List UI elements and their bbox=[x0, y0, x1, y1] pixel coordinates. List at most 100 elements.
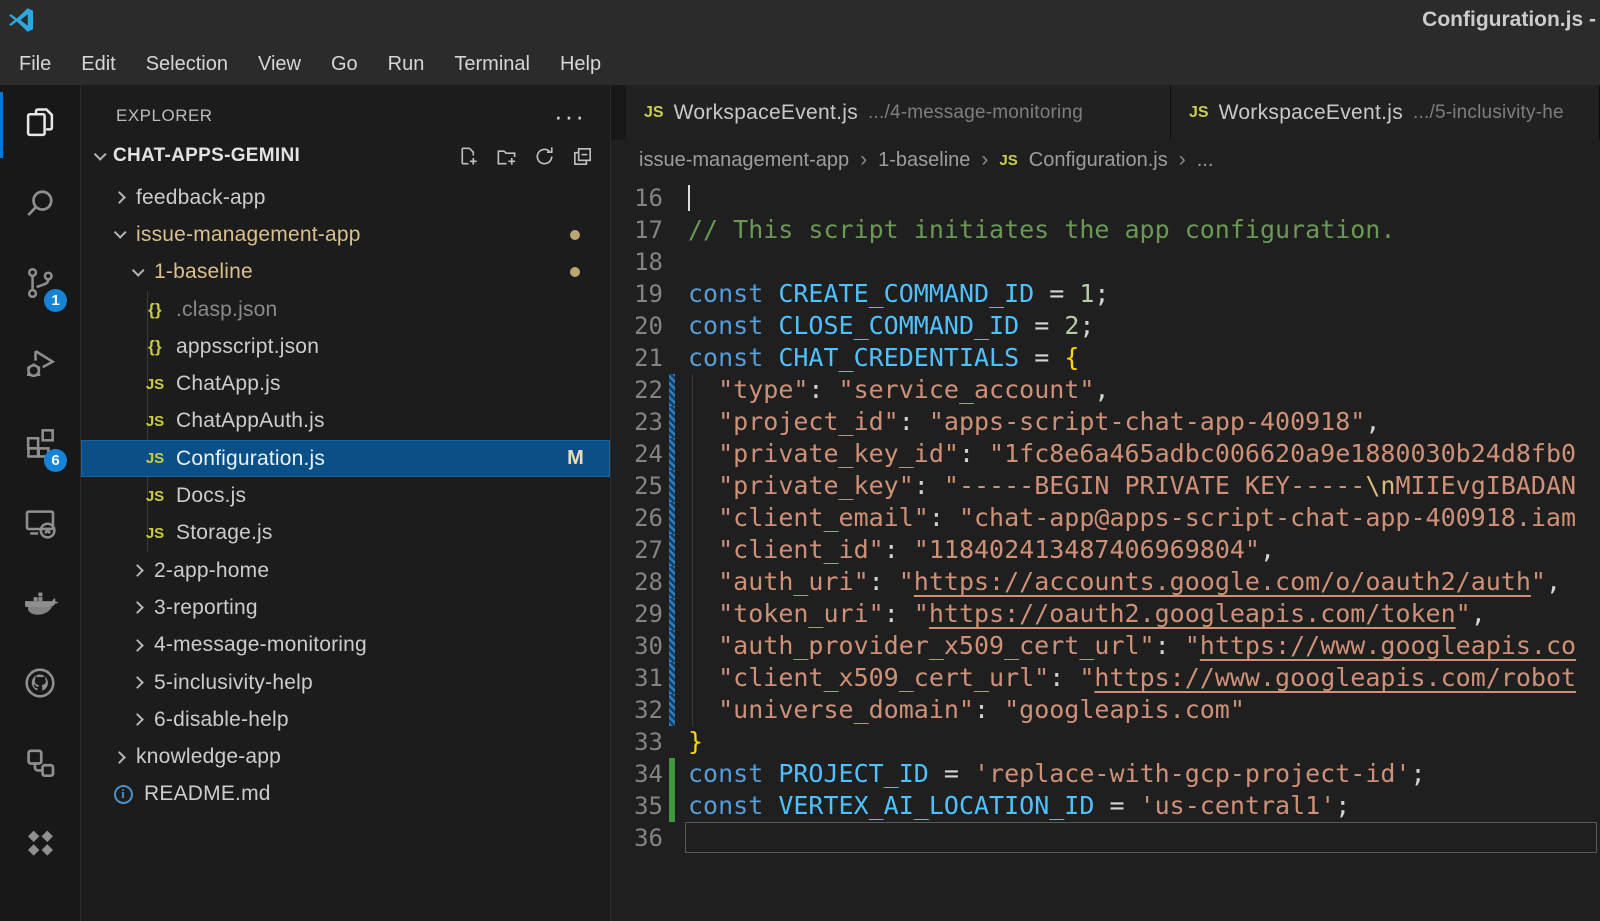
code-line-29[interactable]: 29 "token_uri": "https://oauth2.googleap… bbox=[611, 598, 1600, 630]
activity-github[interactable] bbox=[0, 645, 80, 725]
code-line-28[interactable]: 28 "auth_uri": "https://accounts.google.… bbox=[611, 566, 1600, 598]
code-line-16[interactable]: 16 bbox=[611, 182, 1600, 214]
line-number: 29 bbox=[611, 598, 663, 630]
code-text bbox=[663, 246, 1600, 278]
activity-gemini-extension[interactable] bbox=[0, 805, 80, 885]
vscode-window: Configuration.js - FileEditSelectionView… bbox=[0, 0, 1600, 921]
tree-item-clasp-json[interactable]: {}.clasp.json bbox=[81, 291, 610, 328]
tree-item-1-baseline[interactable]: 1-baseline bbox=[81, 254, 610, 291]
code-line-27[interactable]: 27 "client_id": "118402413487406969804", bbox=[611, 534, 1600, 566]
chevron-down-icon bbox=[125, 268, 149, 277]
breadcrumb-separator-icon: › bbox=[1179, 148, 1186, 172]
tree-item-issue-management-app[interactable]: issue-management-app bbox=[81, 216, 610, 253]
menu-file[interactable]: File bbox=[4, 53, 66, 76]
window-title: Configuration.js - bbox=[1422, 8, 1596, 32]
code-line-24[interactable]: 24 "private_key_id": "1fc8e6a465adbc0066… bbox=[611, 438, 1600, 470]
code-line-17[interactable]: 17// This script initiates the app confi… bbox=[611, 214, 1600, 246]
code-editor[interactable]: 1617// This script initiates the app con… bbox=[611, 180, 1600, 921]
code-line-23[interactable]: 23 "project_id": "apps-script-chat-app-4… bbox=[611, 406, 1600, 438]
tree-item-configuration-js[interactable]: JSConfiguration.jsM bbox=[81, 440, 610, 477]
workspace-row[interactable]: CHAT-APPS-GEMINI bbox=[81, 133, 610, 179]
code-line-30[interactable]: 30 "auth_provider_x509_cert_url": "https… bbox=[611, 630, 1600, 662]
new-folder-icon[interactable] bbox=[495, 145, 518, 168]
activity-search[interactable] bbox=[0, 165, 80, 245]
menu-run[interactable]: Run bbox=[373, 53, 440, 76]
tree-item-label: ChatAppAuth.js bbox=[176, 409, 325, 433]
activity-source-control[interactable]: 1 bbox=[0, 245, 80, 325]
json-file-icon: {} bbox=[139, 337, 171, 357]
breadcrumb-item-1-baseline[interactable]: 1-baseline bbox=[878, 149, 970, 172]
code-text: "universe_domain": "googleapis.com" bbox=[663, 694, 1600, 726]
tree-item-chatapp-js[interactable]: JSChatApp.js bbox=[81, 365, 610, 402]
tree-item-feedback-app[interactable]: feedback-app bbox=[81, 179, 610, 216]
tab-workspaceevent-js-2[interactable]: JSWorkspaceEvent.js.../5-inclusivity-he bbox=[1171, 85, 1600, 140]
code-text: "type": "service_account", bbox=[663, 374, 1600, 406]
js-file-icon: JS bbox=[139, 488, 171, 505]
code-line-34[interactable]: 34const PROJECT_ID = 'replace-with-gcp-p… bbox=[611, 758, 1600, 790]
code-line-36[interactable]: 36 bbox=[611, 822, 1600, 854]
breadcrumb-item-configuration-js[interactable]: Configuration.js bbox=[1029, 149, 1168, 172]
tree-item-label: Storage.js bbox=[176, 521, 273, 545]
tree-item-storage-js[interactable]: JSStorage.js bbox=[81, 515, 610, 552]
code-line-19[interactable]: 19const CREATE_COMMAND_ID = 1; bbox=[611, 278, 1600, 310]
tab-bar: JSWorkspaceEvent.js.../4-message-monitor… bbox=[611, 85, 1600, 140]
collapse-all-icon[interactable] bbox=[571, 145, 594, 168]
code-line-21[interactable]: 21const CHAT_CREDENTIALS = { bbox=[611, 342, 1600, 374]
new-file-icon[interactable] bbox=[457, 145, 480, 168]
code-line-20[interactable]: 20const CLOSE_COMMAND_ID = 2; bbox=[611, 310, 1600, 342]
tree-item-6-disable-help[interactable]: 6-disable-help bbox=[81, 701, 610, 738]
gutter-modified-indicator bbox=[669, 502, 675, 534]
code-line-18[interactable]: 18 bbox=[611, 246, 1600, 278]
gutter-modified-indicator bbox=[669, 534, 675, 566]
code-text: const PROJECT_ID = 'replace-with-gcp-pro… bbox=[663, 758, 1600, 790]
menu-edit[interactable]: Edit bbox=[66, 53, 130, 76]
menu-terminal[interactable]: Terminal bbox=[439, 53, 545, 76]
gutter-modified-indicator bbox=[669, 630, 675, 662]
markdown-info-icon: i bbox=[107, 785, 139, 804]
line-number: 17 bbox=[611, 214, 663, 246]
tree-item-readme-md[interactable]: iREADME.md bbox=[81, 776, 610, 813]
tree-item-knowledge-app[interactable]: knowledge-app bbox=[81, 738, 610, 775]
line-number: 31 bbox=[611, 662, 663, 694]
tree-item-label: Configuration.js bbox=[176, 447, 325, 471]
line-number: 24 bbox=[611, 438, 663, 470]
code-line-25[interactable]: 25 "private_key": "-----BEGIN PRIVATE KE… bbox=[611, 470, 1600, 502]
line-number: 19 bbox=[611, 278, 663, 310]
code-text: "auth_uri": "https://accounts.google.com… bbox=[663, 566, 1600, 598]
breadcrumb-item-issue-management-app[interactable]: issue-management-app bbox=[639, 149, 849, 172]
file-tree: feedback-appissue-management-app1-baseli… bbox=[81, 179, 610, 921]
code-line-22[interactable]: 22 "type": "service_account", bbox=[611, 374, 1600, 406]
tree-item-appsscript-json[interactable]: {}appsscript.json bbox=[81, 328, 610, 365]
code-line-35[interactable]: 35const VERTEX_AI_LOCATION_ID = 'us-cent… bbox=[611, 790, 1600, 822]
menu-selection[interactable]: Selection bbox=[131, 53, 243, 76]
activity-project-manager[interactable] bbox=[0, 725, 80, 805]
code-line-32[interactable]: 32 "universe_domain": "googleapis.com" bbox=[611, 694, 1600, 726]
tree-item-2-app-home[interactable]: 2-app-home bbox=[81, 552, 610, 589]
refresh-icon[interactable] bbox=[533, 145, 556, 168]
activity-docker[interactable] bbox=[0, 565, 80, 645]
activity-remote-explorer[interactable] bbox=[0, 485, 80, 565]
activity-extensions[interactable]: 6 bbox=[0, 405, 80, 485]
tree-item-3-reporting[interactable]: 3-reporting bbox=[81, 589, 610, 626]
code-line-26[interactable]: 26 "client_email": "chat-app@apps-script… bbox=[611, 502, 1600, 534]
activity-explorer[interactable] bbox=[0, 85, 80, 165]
line-number: 34 bbox=[611, 758, 663, 790]
menu-help[interactable]: Help bbox=[545, 53, 616, 76]
activity-run-and-debug[interactable] bbox=[0, 325, 80, 405]
tree-item-chatappauth-js[interactable]: JSChatAppAuth.js bbox=[81, 403, 610, 440]
explorer-title: EXPLORER bbox=[116, 106, 213, 126]
menu-go[interactable]: Go bbox=[316, 53, 373, 76]
tab-label: WorkspaceEvent.js bbox=[674, 101, 858, 125]
menu-view[interactable]: View bbox=[243, 53, 316, 76]
tab-workspaceevent-js-1[interactable]: JSWorkspaceEvent.js.../4-message-monitor… bbox=[626, 85, 1171, 140]
tree-item-5-inclusivity-help[interactable]: 5-inclusivity-help bbox=[81, 664, 610, 701]
line-number: 35 bbox=[611, 790, 663, 822]
code-line-33[interactable]: 33} bbox=[611, 726, 1600, 758]
breadcrumb-item-[interactable]: ... bbox=[1197, 149, 1214, 172]
tree-item-docs-js[interactable]: JSDocs.js bbox=[81, 477, 610, 514]
tree-item-4-message-monitoring[interactable]: 4-message-monitoring bbox=[81, 627, 610, 664]
gutter-modified-indicator bbox=[669, 374, 675, 406]
explorer-more-actions-icon[interactable]: ··· bbox=[554, 111, 586, 121]
code-text: "private_key": "-----BEGIN PRIVATE KEY--… bbox=[663, 470, 1600, 502]
code-line-31[interactable]: 31 "client_x509_cert_url": "https://www.… bbox=[611, 662, 1600, 694]
